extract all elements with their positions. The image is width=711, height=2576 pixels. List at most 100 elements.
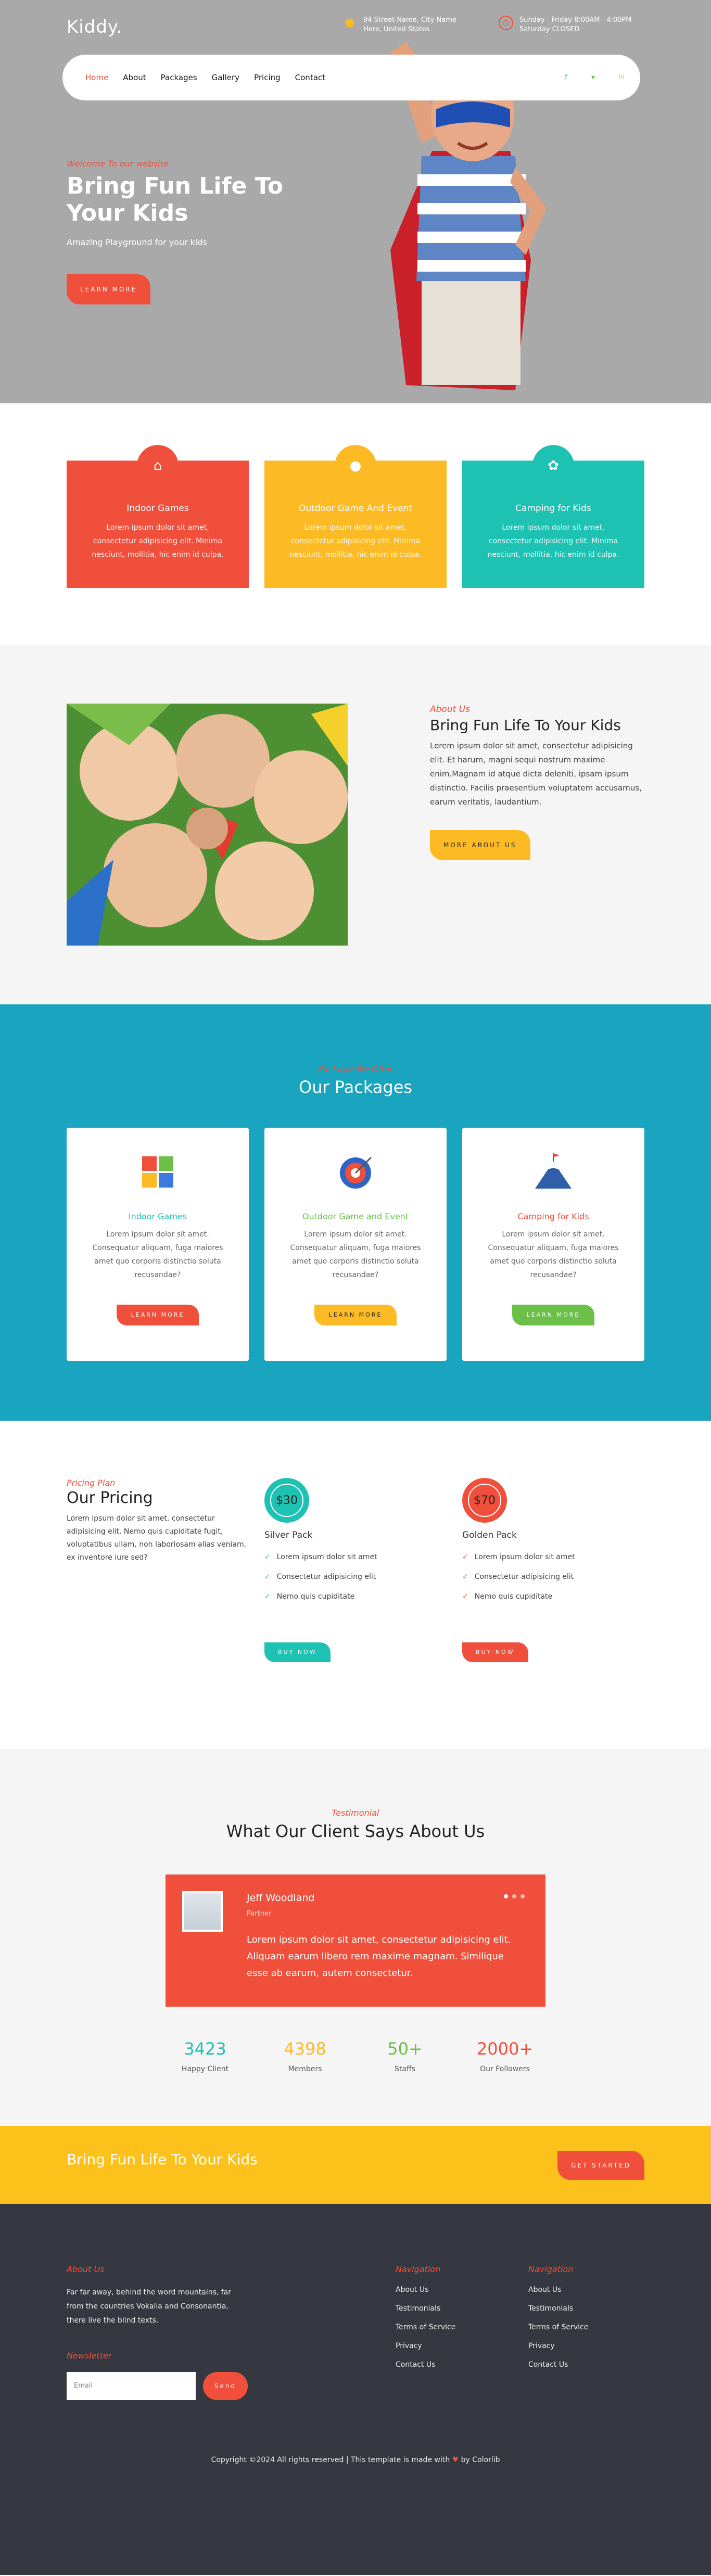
footer-about-title: About Us xyxy=(67,2264,105,2274)
newsletter-title: Newsletter xyxy=(67,2351,112,2361)
pricing-plan-golden: $70 Golden Pack ✓ Lorem ipsum dolor sit a… xyxy=(462,1478,644,1662)
target-icon xyxy=(340,1156,372,1189)
footer-link[interactable]: Testimonials xyxy=(528,2304,622,2313)
testimonial-title: What Our Client Says About Us xyxy=(226,1821,485,1841)
carousel-dots xyxy=(504,1894,525,1898)
plan-name: Silver Pack xyxy=(264,1530,313,1540)
more-about-us-button[interactable]: More About Us xyxy=(430,830,530,860)
footer-link[interactable]: Terms of Service xyxy=(396,2323,489,2331)
hero-subtitle: Amazing Playground for your kids xyxy=(67,237,207,247)
footer-link[interactable]: Testimonials xyxy=(396,2304,489,2313)
hero-title: Bring Fun Life To Your Kids xyxy=(67,173,284,226)
check-icon: ✓ xyxy=(462,1553,468,1561)
pricing-plan-silver: $30 Silver Pack ✓ Lorem ipsum dolor sit a… xyxy=(264,1478,447,1662)
buy-now-button[interactable]: Buy Now xyxy=(462,1642,528,1662)
client-name: Jeff Woodland xyxy=(247,1892,315,1904)
buy-now-button[interactable]: Buy Now xyxy=(264,1642,331,1662)
stat-happy-client: 3423 Happy Client xyxy=(181,2039,229,2073)
nav-home[interactable]: Home xyxy=(78,73,116,82)
plan-feature: ✓ Lorem ipsum dolor sit amet xyxy=(264,1553,377,1561)
learn-more-button[interactable]: Learn More xyxy=(67,274,151,304)
service-text: Lorem ipsum dolor sit amet, consectetur … xyxy=(487,524,619,559)
testimonial-section: Testimonial What Our Client Says About U… xyxy=(0,1749,711,2126)
footer-link[interactable]: Privacy xyxy=(528,2342,622,2350)
email-field[interactable]: Email xyxy=(67,2372,196,2400)
heart-icon: ♥ xyxy=(452,2456,459,2464)
plan-name: Golden Pack xyxy=(462,1530,517,1540)
footer-link[interactable]: Terms of Service xyxy=(528,2323,622,2331)
nav-contact[interactable]: Contact xyxy=(288,73,333,82)
hero-text: Welcome To our website Bring Fun Life To… xyxy=(67,159,283,304)
nav-pricing[interactable]: Pricing xyxy=(247,73,288,82)
check-icon: ✓ xyxy=(264,1573,271,1581)
clock-icon: ◷ xyxy=(499,16,513,30)
service-title: Camping for Kids xyxy=(515,503,591,514)
package-title: Outdoor Game and Event xyxy=(302,1212,409,1221)
packages-label: Package We Offer xyxy=(318,1064,393,1074)
package-title: Camping for Kids xyxy=(517,1212,589,1221)
package-learn-more-button[interactable]: Learn More xyxy=(512,1305,595,1325)
about-text-block: About Us Bring Fun Life To Your Kids Lor… xyxy=(430,704,649,860)
colorlib-link[interactable]: by Colorlib xyxy=(461,2456,500,2464)
facebook-icon[interactable]: f xyxy=(565,73,567,82)
package-learn-more-button[interactable]: Learn More xyxy=(314,1305,397,1325)
linkedin-icon[interactable]: in xyxy=(619,73,625,82)
footer-nav-title: Navigation xyxy=(396,2264,441,2274)
nav-gallery[interactable]: Gallery xyxy=(205,73,247,82)
footer-link[interactable]: About Us xyxy=(396,2286,489,2294)
plan-feature: ✓ Consectetur adipisicing elit xyxy=(264,1573,376,1581)
nav-packages[interactable]: Packages xyxy=(154,73,205,82)
service-title: Outdoor Game And Event xyxy=(298,503,413,514)
plan-feature: ✓ Consectetur adipisicing elit xyxy=(462,1573,574,1581)
stats-row: 3423 Happy Client 4398 Members 50+ Staffs 2… xyxy=(155,2039,556,2073)
footer-nav-title: Navigation xyxy=(528,2264,574,2274)
nav-menu: Home About Packages Gallery Pricing Cont… xyxy=(78,73,333,82)
carousel-dot[interactable] xyxy=(520,1894,525,1898)
package-card-camping: Camping for Kids Lorem ipsum dolor sit a… xyxy=(462,1128,644,1361)
check-icon: ✓ xyxy=(264,1553,271,1561)
carousel-dot[interactable] xyxy=(504,1894,508,1898)
testimonial-card: Jeff Woodland Partner Lorem ipsum dolor … xyxy=(166,1874,545,2007)
map-pin-icon: ● xyxy=(345,16,355,29)
footer-link[interactable]: Contact Us xyxy=(528,2361,622,2369)
gear-icon: ✿ xyxy=(532,445,574,487)
about-title: Bring Fun Life To Your Kids xyxy=(430,717,621,734)
stat-staffs: 50+ Staffs xyxy=(387,2039,423,2073)
package-learn-more-button[interactable]: Learn More xyxy=(116,1305,199,1325)
package-text: Lorem ipsum dolor sit amet. Consequatur … xyxy=(92,1230,223,1279)
get-started-button[interactable]: Get Started xyxy=(557,2151,644,2180)
nav-about[interactable]: About xyxy=(116,73,153,82)
pricing-text: Lorem ipsum dolor sit amet, consectetur … xyxy=(67,1514,247,1562)
client-quote: Lorem ipsum dolor sit amet, consectetur … xyxy=(247,1934,511,1979)
twitter-icon[interactable]: ▾ xyxy=(591,73,595,82)
footer-link[interactable]: Privacy xyxy=(396,2342,489,2350)
package-text: Lorem ipsum dolor sit amet. Consequatur … xyxy=(488,1230,619,1279)
stat-members: 4398 Members xyxy=(284,2039,326,2073)
pricing-intro: Pricing Plan Our Pricing Lorem ipsum dol… xyxy=(67,1478,249,1564)
about-label: About Us xyxy=(430,704,470,715)
package-title: Indoor Games xyxy=(128,1212,187,1221)
footer-nav-1: Navigation About Us Testimonials Terms o… xyxy=(396,2264,489,2379)
mountain-icon xyxy=(535,1153,572,1189)
main-navbar: Home About Packages Gallery Pricing Cont… xyxy=(62,55,640,100)
footer-link[interactable]: Contact Us xyxy=(396,2361,489,2369)
service-card-outdoor: ● Outdoor Game And Event Lorem ipsum dol… xyxy=(264,445,447,588)
pricing-title: Our Pricing xyxy=(67,1489,153,1507)
cta-title: Bring Fun Life To Your Kids xyxy=(67,2151,258,2168)
pricing-label: Pricing Plan xyxy=(67,1478,116,1488)
service-title: Indoor Games xyxy=(126,503,189,514)
footer-link[interactable]: About Us xyxy=(528,2286,622,2294)
client-role: Partner xyxy=(247,1910,272,1918)
user-icon: ● xyxy=(335,445,376,487)
carousel-dot[interactable] xyxy=(512,1894,516,1898)
newsletter: Newsletter Email Send xyxy=(67,2351,249,2400)
package-card-indoor: Indoor Games Lorem ipsum dolor sit amet.… xyxy=(67,1128,249,1361)
package-text: Lorem ipsum dolor sit amet. Consequatur … xyxy=(290,1230,421,1279)
price-badge: $30 xyxy=(264,1478,309,1523)
plan-feature: ✓ Lorem ipsum dolor sit amet xyxy=(462,1553,575,1561)
send-button[interactable]: Send xyxy=(203,2372,248,2400)
copyright: Copyright ©2024 All rights reserved | Th… xyxy=(211,2456,500,2464)
service-card-indoor: ⌂ Indoor Games Lorem ipsum dolor sit ame… xyxy=(67,445,249,588)
logo[interactable]: Kiddy. xyxy=(67,17,122,37)
package-card-outdoor: Outdoor Game and Event Lorem ipsum dolor… xyxy=(264,1128,447,1361)
